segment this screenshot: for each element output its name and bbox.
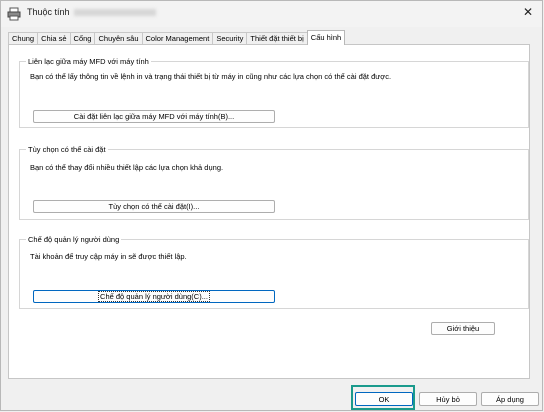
mfd-link-description: Bạn có thể lấy thông tin về lệnh in và t… bbox=[30, 72, 392, 81]
configuration-panel: Liên lạc giữa máy MFD với máy tính Bạn c… bbox=[8, 44, 530, 379]
about-button[interactable]: Giới thiệu bbox=[431, 322, 495, 335]
mfd-link-group-title: Liên lạc giữa máy MFD với máy tính bbox=[26, 56, 151, 67]
user-management-group: Chế độ quản lý người dùng Tài khoản để t… bbox=[19, 234, 529, 309]
options-group-title: Tùy chọn có thể cài đặt bbox=[26, 144, 108, 155]
ok-button[interactable]: OK bbox=[355, 392, 413, 406]
user-management-description: Tài khoản để truy cập máy in sẽ được thi… bbox=[30, 252, 187, 261]
window-title: Thuộc tính bbox=[27, 7, 156, 17]
mfd-link-settings-button[interactable]: Cài đặt liên lạc giữa máy MFD với máy tí… bbox=[33, 110, 275, 123]
close-button[interactable]: ✕ bbox=[514, 1, 542, 23]
tab-strip: Chung Chia sẻ Cổng Chuyên sâu Color Mana… bbox=[8, 30, 346, 45]
options-description: Bạn có thể thay đổi nhiều thiết lập các … bbox=[30, 163, 224, 172]
user-management-button-label: Chế độ quản lý người dùng(C)... bbox=[98, 291, 210, 302]
cancel-button[interactable]: Hủy bỏ bbox=[419, 392, 477, 406]
close-icon: ✕ bbox=[522, 5, 534, 19]
properties-window: Thuộc tính ✕ Chung Chia sẻ Cổng Chuyên s… bbox=[0, 0, 543, 411]
title-bar: Thuộc tính ✕ bbox=[1, 1, 542, 27]
tab-configuration[interactable]: Cấu hình bbox=[306, 30, 346, 45]
user-management-group-title: Chế độ quản lý người dùng bbox=[26, 234, 122, 245]
user-management-button[interactable]: Chế độ quản lý người dùng(C)... bbox=[33, 290, 275, 303]
apply-button[interactable]: Áp dụng bbox=[481, 392, 539, 406]
printer-icon bbox=[7, 7, 21, 21]
installable-options-button[interactable]: Tùy chọn có thể cài đặt(I)... bbox=[33, 200, 275, 213]
options-group: Tùy chọn có thể cài đặt Bạn có thể thay … bbox=[19, 144, 529, 220]
redacted-printer-name bbox=[73, 9, 156, 17]
mfd-link-group: Liên lạc giữa máy MFD với máy tính Bạn c… bbox=[19, 56, 529, 128]
